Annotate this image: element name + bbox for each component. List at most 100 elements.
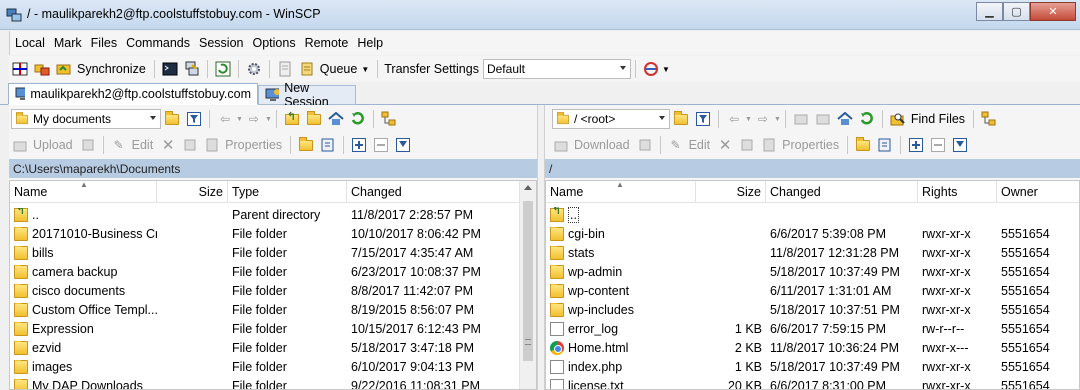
edit-button[interactable]: Edit bbox=[689, 138, 711, 152]
add-to-queue-icon[interactable] bbox=[876, 136, 894, 154]
upload-options-icon[interactable] bbox=[79, 136, 97, 154]
properties-button[interactable]: Properties bbox=[782, 138, 839, 152]
forward-arrow-icon[interactable]: ⇨ bbox=[245, 110, 263, 128]
menu-remote[interactable]: Remote bbox=[300, 36, 353, 50]
local-vertical-scrollbar[interactable] bbox=[519, 181, 536, 389]
table-row[interactable]: license.txt 20 KB 6/6/2017 8:31:00 PM rwxr-… bbox=[546, 376, 1079, 389]
synchronize-button[interactable]: Synchronize bbox=[77, 62, 146, 76]
new-folder-icon[interactable] bbox=[297, 136, 315, 154]
filter-select-icon[interactable] bbox=[951, 136, 969, 154]
tree-toggle-icon[interactable] bbox=[980, 110, 998, 128]
remote-path-bar[interactable]: / bbox=[545, 159, 1080, 178]
table-row[interactable]: wp-content 6/11/2017 1:31:01 AM rwxr-xr-x 5… bbox=[546, 281, 1079, 300]
parent-directory-icon[interactable] bbox=[283, 110, 301, 128]
table-row[interactable]: bills File folder 7/15/2017 4:35:47 AM bbox=[10, 243, 536, 262]
root-directory-icon[interactable] bbox=[814, 110, 832, 128]
close-button[interactable]: ✕ bbox=[1030, 2, 1076, 21]
synchronize-icon[interactable] bbox=[55, 60, 73, 78]
column-size[interactable]: Size bbox=[696, 181, 766, 203]
filter-icon[interactable] bbox=[185, 110, 203, 128]
forward-dropdown-icon[interactable]: ▼ bbox=[774, 116, 781, 123]
table-row[interactable]: Custom Office Templ... File folder 8/19/20… bbox=[10, 300, 536, 319]
table-row[interactable]: images File folder 6/10/2017 9:04:13 PM bbox=[10, 357, 536, 376]
home-icon[interactable] bbox=[836, 110, 854, 128]
column-changed[interactable]: Changed bbox=[347, 181, 518, 203]
refresh-panels-icon[interactable] bbox=[214, 60, 232, 78]
tab-new-session[interactable]: New Session bbox=[258, 81, 356, 109]
synchronize-browsing-icon[interactable] bbox=[33, 60, 51, 78]
column-name[interactable]: Name ▲ bbox=[10, 181, 157, 203]
parent-directory-icon[interactable] bbox=[792, 110, 810, 128]
queue-list-icon[interactable] bbox=[298, 60, 316, 78]
column-rights[interactable]: Rights bbox=[918, 181, 997, 203]
local-file-list[interactable]: Name▲ Size Type Changed .. Parent directo… bbox=[9, 180, 537, 390]
properties-icon[interactable] bbox=[203, 136, 221, 154]
root-directory-icon[interactable] bbox=[305, 110, 323, 128]
table-row[interactable]: cgi-bin 6/6/2017 5:39:08 PM rwxr-xr-x 55516… bbox=[546, 224, 1079, 243]
minimize-button[interactable]: ▁ bbox=[976, 2, 1003, 21]
transfer-settings-select[interactable]: Default bbox=[482, 59, 631, 79]
back-arrow-icon[interactable]: ⇦ bbox=[216, 110, 234, 128]
select-plus-icon[interactable] bbox=[907, 136, 925, 154]
column-owner[interactable]: Owner bbox=[997, 181, 1077, 203]
table-row[interactable]: .. Parent directory 11/8/2017 2:28:57 PM bbox=[10, 205, 536, 224]
table-row[interactable]: Home.html 2 KB 11/8/2017 10:36:24 PM rwxr-x… bbox=[546, 338, 1079, 357]
local-path-bar[interactable]: C:\Users\maparekh\Documents bbox=[9, 159, 537, 178]
delete-icon[interactable]: ✕ bbox=[716, 136, 734, 154]
menu-session[interactable]: Session bbox=[194, 36, 247, 50]
table-row[interactable]: stats 11/8/2017 12:31:28 PM rwxr-xr-x 55516… bbox=[546, 243, 1079, 262]
unselect-minus-icon[interactable] bbox=[372, 136, 390, 154]
scroll-thumb[interactable] bbox=[523, 201, 533, 361]
column-type[interactable]: Type bbox=[228, 181, 347, 203]
queue-dropdown-icon[interactable]: ▼ bbox=[361, 65, 369, 74]
column-size[interactable]: Size bbox=[157, 181, 228, 203]
open-directory-icon[interactable] bbox=[672, 110, 690, 128]
table-row[interactable]: Expression File folder 10/15/2017 6:12:43 … bbox=[10, 319, 536, 338]
menu-options[interactable]: Options bbox=[247, 36, 299, 50]
transfer-color-sync-icon[interactable] bbox=[642, 60, 660, 78]
delete-icon[interactable]: ✕ bbox=[159, 136, 177, 154]
download-options-icon[interactable] bbox=[636, 136, 654, 154]
back-dropdown-icon[interactable]: ▼ bbox=[745, 116, 752, 123]
unselect-minus-icon[interactable] bbox=[929, 136, 947, 154]
edit-icon[interactable]: ✎ bbox=[110, 136, 128, 154]
table-row[interactable]: wp-admin 5/18/2017 10:37:49 PM rwxr-xr-x 55… bbox=[546, 262, 1079, 281]
table-row[interactable]: .. bbox=[546, 205, 1079, 224]
back-arrow-icon[interactable]: ⇦ bbox=[725, 110, 743, 128]
properties-icon[interactable] bbox=[760, 136, 778, 154]
transfer-dropdown-icon[interactable]: ▼ bbox=[662, 65, 670, 74]
open-directory-icon[interactable] bbox=[163, 110, 181, 128]
filter-icon[interactable] bbox=[694, 110, 712, 128]
menu-help[interactable]: Help bbox=[352, 36, 387, 50]
scroll-up-icon[interactable] bbox=[524, 185, 532, 190]
add-to-queue-icon[interactable] bbox=[319, 136, 337, 154]
queue-button[interactable]: Queue bbox=[320, 62, 358, 76]
column-name[interactable]: Name ▲ bbox=[546, 181, 696, 203]
table-row[interactable]: ezvid File folder 5/18/2017 3:47:18 PM bbox=[10, 338, 536, 357]
menu-local[interactable]: Local bbox=[10, 36, 49, 50]
download-icon[interactable] bbox=[552, 136, 570, 154]
tree-toggle-icon[interactable] bbox=[380, 110, 398, 128]
table-row[interactable]: wp-includes 5/18/2017 10:37:51 PM rwxr-xr-… bbox=[546, 300, 1079, 319]
panel-splitter[interactable] bbox=[537, 105, 545, 390]
remote-location-select[interactable]: / <root> bbox=[552, 109, 670, 129]
filter-select-icon[interactable] bbox=[394, 136, 412, 154]
preferences-gear-icon[interactable] bbox=[245, 60, 263, 78]
menu-files[interactable]: Files bbox=[86, 36, 121, 50]
new-folder-icon[interactable] bbox=[854, 136, 872, 154]
menu-commands[interactable]: Commands bbox=[121, 36, 194, 50]
forward-dropdown-icon[interactable]: ▼ bbox=[265, 116, 272, 123]
table-row[interactable]: cisco documents File folder 8/8/2017 11:42… bbox=[10, 281, 536, 300]
download-button[interactable]: Download bbox=[574, 138, 630, 152]
edit-button[interactable]: Edit bbox=[132, 138, 154, 152]
select-plus-icon[interactable] bbox=[350, 136, 368, 154]
maximize-button[interactable]: ▢ bbox=[1003, 2, 1030, 21]
compare-directories-icon[interactable] bbox=[11, 60, 29, 78]
upload-button[interactable]: Upload bbox=[33, 138, 73, 152]
rename-icon[interactable] bbox=[738, 136, 756, 154]
edit-icon[interactable]: ✎ bbox=[667, 136, 685, 154]
tab-session[interactable]: maulikparekh2@ftp.coolstuffstobuy.com bbox=[8, 83, 258, 105]
forward-arrow-icon[interactable]: ⇨ bbox=[754, 110, 772, 128]
find-files-button[interactable]: Find Files bbox=[911, 112, 965, 126]
refresh-icon[interactable] bbox=[349, 110, 367, 128]
